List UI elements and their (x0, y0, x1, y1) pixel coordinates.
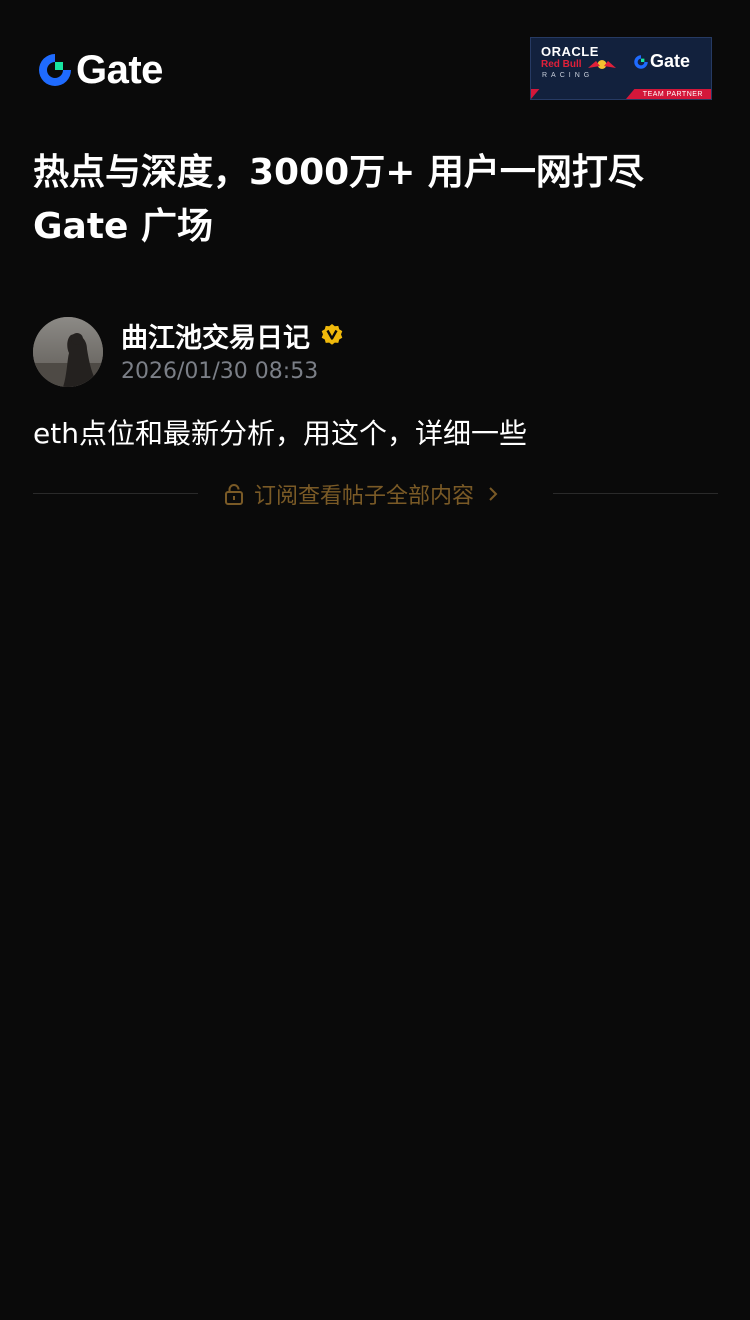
avatar[interactable] (33, 317, 103, 387)
verified-badge-icon (321, 324, 343, 345)
partner-strip: TEAM PARTNER (531, 89, 711, 99)
headline-line-2: Gate 广场 (33, 206, 214, 247)
partner-gate-text: Gate (650, 51, 691, 71)
header: Gate ORACLE Red Bull RACING Gate TEAM PA… (0, 0, 750, 120)
lock-icon (225, 484, 243, 505)
partner-gate-logo: Gate (633, 51, 690, 72)
post-timestamp: 2026/01/30 08:53 (121, 359, 319, 384)
red-bull-icon (588, 60, 616, 69)
subscribe-divider: 订阅查看帖子全部内容 (33, 476, 718, 512)
divider-line-left (33, 493, 198, 494)
subscribe-to-view-link[interactable]: 订阅查看帖子全部内容 (224, 476, 498, 512)
partner-tag-text: TEAM PARTNER (642, 91, 703, 98)
partner-redbull-text: Red Bull (541, 59, 582, 70)
page-headline: 热点与深度，3000万+ 用户一网打尽 Gate 广场 (33, 146, 723, 254)
chevron-right-icon (489, 487, 498, 501)
gate-logo[interactable]: Gate (36, 50, 163, 90)
headline-line-1: 热点与深度，3000万+ 用户一网打尽 (33, 152, 644, 193)
divider-line-right (553, 493, 718, 494)
partner-badge[interactable]: ORACLE Red Bull RACING Gate TEAM PARTNER (530, 37, 712, 100)
post-content: eth点位和最新分析，用这个，详细一些 (33, 417, 527, 450)
partner-racing-text: RACING (542, 72, 594, 79)
author-name[interactable]: 曲江池交易日记 (121, 316, 310, 355)
subscribe-label: 订阅查看帖子全部内容 (254, 484, 475, 509)
gate-logo-text: Gate (76, 48, 163, 92)
gate-small-logo-icon (634, 54, 648, 69)
gate-logo-icon (39, 54, 71, 86)
avatar-image (33, 317, 103, 387)
partner-oracle-text: ORACLE (541, 44, 599, 59)
author-row: 曲江池交易日记 2026/01/30 08:53 (33, 317, 723, 389)
page: Gate ORACLE Red Bull RACING Gate TEAM PA… (0, 0, 750, 1320)
